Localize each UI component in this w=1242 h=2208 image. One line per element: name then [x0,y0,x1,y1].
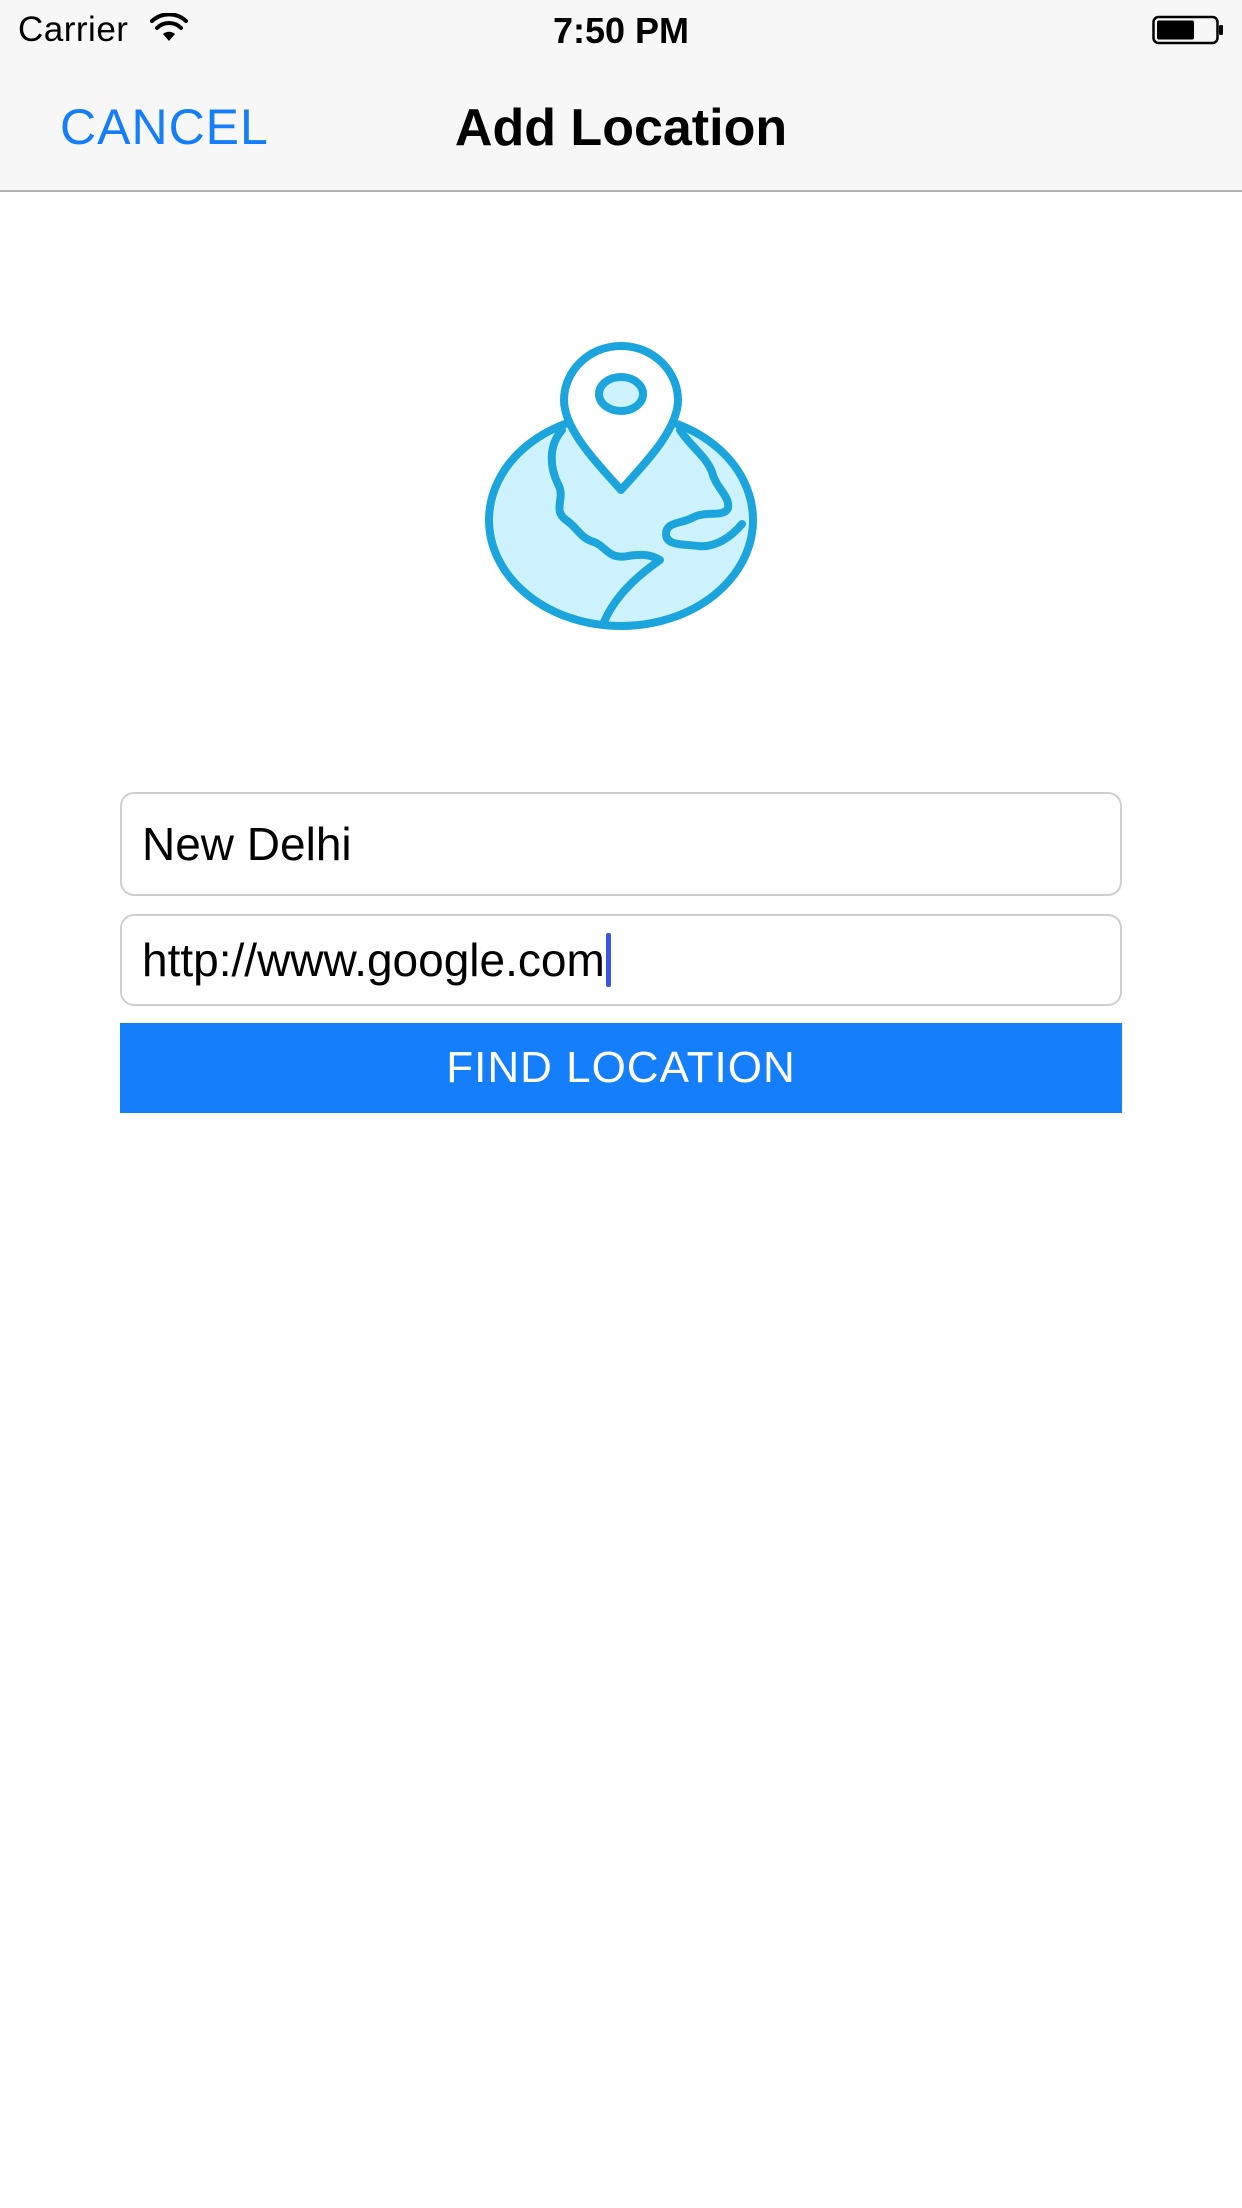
page-title: Add Location [454,99,788,157]
find-location-button[interactable]: FIND LOCATION [120,1023,1122,1113]
navigation-bar: CANCEL Add Location [0,60,1242,192]
globe-location-pin-icon [485,342,757,630]
status-time: 7:50 PM [552,10,690,51]
location-input-value: New Delhi [142,818,352,870]
battery-icon [1152,15,1223,45]
add-location-screen: Carrier 7:50 PM CANCEL Add Location New … [0,0,1242,2208]
url-input[interactable]: http://www.google.com [120,914,1122,1006]
location-input[interactable]: New Delhi [120,792,1122,896]
text-cursor [605,933,611,987]
status-bar: Carrier 7:50 PM [0,0,1242,60]
url-input-value: http://www.google.com [142,934,605,986]
